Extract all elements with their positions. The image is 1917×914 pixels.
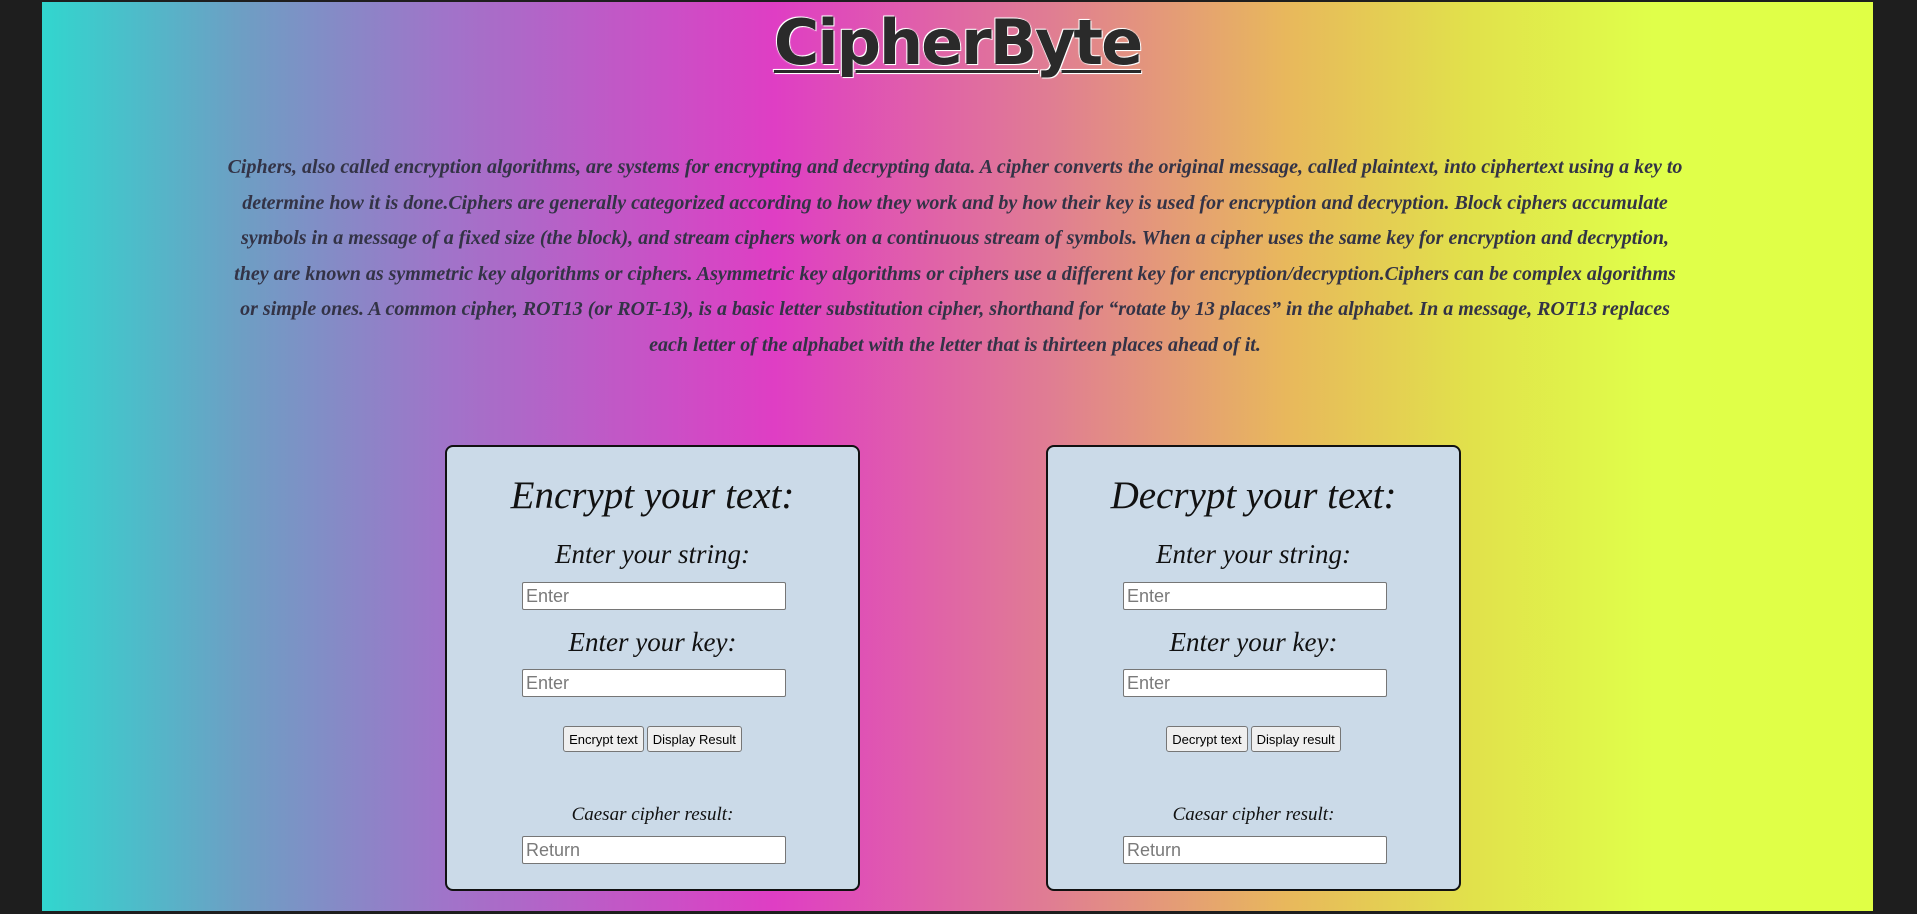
encrypt-string-input[interactable] <box>522 582 786 610</box>
page-background: CipherByte Ciphers, also called encrypti… <box>42 2 1873 911</box>
decrypt-string-label: Enter your string: <box>1156 539 1351 569</box>
decrypt-display-result-button[interactable]: Display result <box>1250 726 1341 752</box>
encrypt-button-row: Encrypt text Display Result <box>447 726 858 752</box>
encrypt-display-result-button[interactable]: Display Result <box>646 726 742 752</box>
decrypt-key-label: Enter your key: <box>1169 627 1338 657</box>
decrypt-text-button[interactable]: Decrypt text <box>1166 726 1248 752</box>
decrypt-title: Decrypt your text: <box>1110 474 1397 517</box>
decrypt-panel: Decrypt your text: Enter your string: En… <box>1046 445 1461 891</box>
encrypt-string-label: Enter your string: <box>555 539 750 569</box>
site-logo: CipherByte <box>773 6 1143 79</box>
encrypt-result-label: Caesar cipher result: <box>571 804 734 825</box>
decrypt-result-label: Caesar cipher result: <box>1172 804 1335 825</box>
decrypt-result-field[interactable] <box>1123 836 1387 864</box>
decrypt-string-input[interactable] <box>1123 582 1387 610</box>
intro-paragraph: Ciphers, also called encryption algorith… <box>227 156 1683 356</box>
encrypt-key-label: Enter your key: <box>568 627 737 657</box>
decrypt-button-row: Decrypt text Display result <box>1048 726 1459 752</box>
decrypt-key-input[interactable] <box>1123 669 1387 697</box>
encrypt-title: Encrypt your text: <box>510 474 795 517</box>
encrypt-text-button[interactable]: Encrypt text <box>563 726 644 752</box>
encrypt-panel: Encrypt your text: Enter your string: En… <box>445 445 860 891</box>
encrypt-result-field[interactable] <box>522 836 786 864</box>
encrypt-key-input[interactable] <box>522 669 786 697</box>
